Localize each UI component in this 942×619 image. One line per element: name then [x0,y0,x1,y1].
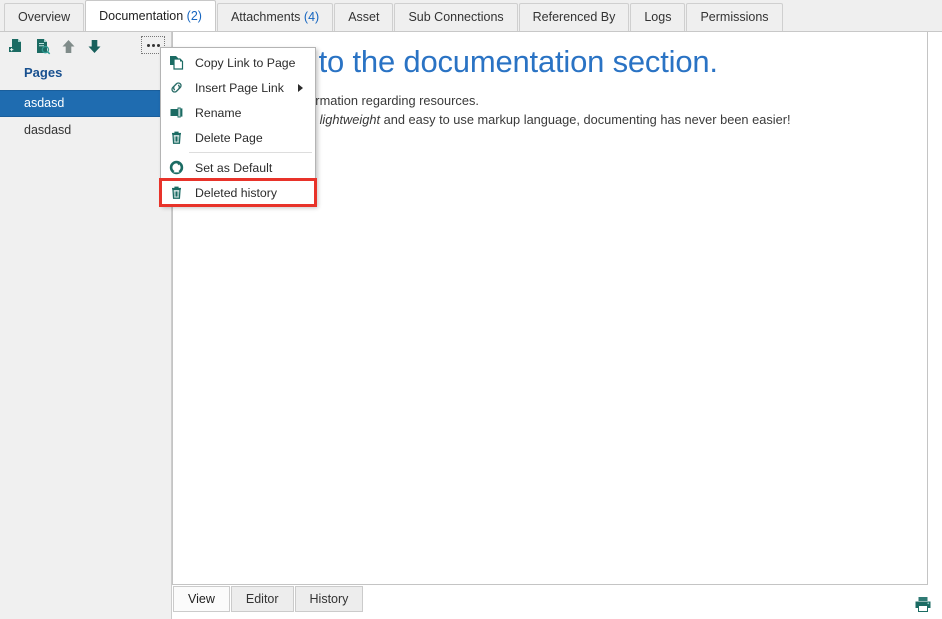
doc-text-after: and easy to use markup language, documen… [380,112,790,127]
menu-item-set-as-default[interactable]: Set as Default [161,155,315,180]
menu-item-insert-page-link[interactable]: Insert Page Link [161,75,315,100]
pages-title: Pages [24,65,62,80]
tab-documentation[interactable]: Documentation (2) [85,0,216,31]
tab-logs[interactable]: Logs [630,3,685,31]
page-item-label: asdasd [24,96,64,110]
tab-overview[interactable]: Overview [4,3,84,31]
pages-list: asdasd dasdasd [0,90,172,144]
trash-icon [165,184,187,202]
tab-editor[interactable]: Editor [231,586,294,612]
tab-label: History [310,592,349,606]
tab-count: (2) [187,9,202,23]
tab-label: Editor [246,592,279,606]
menu-item-label: Deleted history [187,186,277,200]
menu-item-label: Delete Page [187,131,263,145]
page-item-dasdasd[interactable]: dasdasd [0,117,172,144]
rename-icon [165,104,187,122]
move-up-icon[interactable] [60,38,77,55]
menu-item-delete-page[interactable]: Delete Page [161,125,315,150]
edit-page-icon[interactable] [34,38,51,55]
tab-label: Sub Connections [408,10,503,24]
page-item-label: dasdasd [24,123,71,137]
tab-label: Attachments [231,10,300,24]
copy-icon [165,54,187,72]
move-down-icon[interactable] [86,38,103,55]
tab-count: (4) [304,10,319,24]
tab-label: Asset [348,10,379,24]
tab-sub-connections[interactable]: Sub Connections [394,3,517,31]
page-context-menu: Copy Link to Page Insert Page Link Renam [160,47,316,206]
tab-permissions[interactable]: Permissions [686,3,782,31]
tab-label: Logs [644,10,671,24]
menu-item-copy-link-to-page[interactable]: Copy Link to Page [161,50,315,75]
main-tab-bar: Overview Documentation (2) Attachments (… [0,0,942,32]
view-mode-tab-bar: View Editor History [172,586,928,619]
pages-sidebar: Pages asdasd dasdasd [0,32,172,619]
documentation-page: Overview Documentation (2) Attachments (… [0,0,942,619]
chevron-right-icon [298,84,303,92]
set-default-icon [165,159,187,177]
menu-separator [189,152,312,153]
tab-label: Documentation [99,9,183,23]
tab-history[interactable]: History [295,586,364,612]
dot [152,44,155,47]
menu-item-rename[interactable]: Rename [161,100,315,125]
add-page-icon[interactable] [8,38,25,55]
tab-label: View [188,592,215,606]
tab-view[interactable]: View [173,586,230,612]
doc-text-emphasis: lightweight [320,112,380,127]
dot [147,44,150,47]
link-icon [165,79,187,97]
menu-item-label: Set as Default [187,161,272,175]
tab-attachments[interactable]: Attachments (4) [217,3,333,31]
tab-label: Referenced By [533,10,616,24]
tab-label: Overview [18,10,70,24]
menu-item-label: Insert Page Link [187,81,284,95]
page-item-asdasd[interactable]: asdasd [0,90,172,117]
menu-item-label: Copy Link to Page [187,56,296,70]
trash-icon [165,129,187,147]
tab-label: Permissions [700,10,768,24]
printer-icon[interactable] [914,596,932,613]
tab-referenced-by[interactable]: Referenced By [519,3,630,31]
menu-item-deleted-history[interactable]: Deleted history [161,180,315,205]
menu-item-label: Rename [187,106,241,120]
tab-asset[interactable]: Asset [334,3,393,31]
